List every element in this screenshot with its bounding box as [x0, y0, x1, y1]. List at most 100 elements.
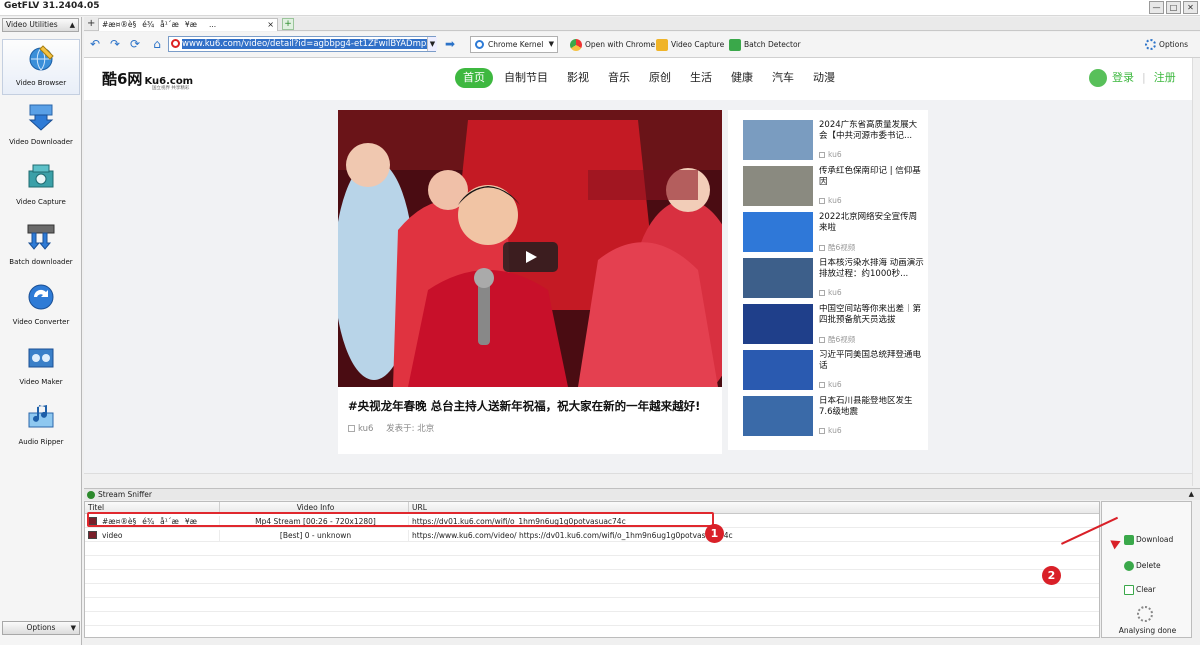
sidebar-options-toggle[interactable]: Options ▼ [2, 621, 80, 635]
list-item[interactable]: 2022北京网络安全宣传周来啦 酷6视频 [743, 212, 925, 258]
forward-icon[interactable]: ↷ [108, 37, 122, 51]
nav-item-home[interactable]: 首页 [455, 68, 493, 88]
nav-item-original-shows[interactable]: 自制节目 [496, 68, 556, 88]
delete-button[interactable]: Delete [1124, 560, 1161, 572]
list-item[interactable]: 日本核污染水排海 动画演示排放过程：约1000秒... ku6 [743, 258, 925, 304]
minimize-button[interactable]: — [1149, 1, 1164, 14]
nav-item-cars[interactable]: 汽车 [764, 68, 802, 88]
divider: | [1142, 71, 1146, 84]
user-area: 登录 | 注册 [1089, 68, 1176, 88]
reco-source-label: 酷6视频 [828, 335, 856, 344]
clear-label: Clear [1136, 585, 1156, 594]
highlight-box [87, 512, 714, 527]
tab-label: #æ¤®è§é¾å¹´æ¥æ... [102, 20, 217, 29]
capture-icon [656, 39, 668, 51]
close-button[interactable]: ✕ [1183, 1, 1198, 14]
avatar[interactable] [1089, 69, 1107, 87]
add-tab-button[interactable]: + [282, 18, 294, 30]
refresh-icon[interactable]: ⟳ [128, 37, 142, 51]
download-button[interactable]: Download [1124, 534, 1173, 546]
url-input[interactable]: www.ku6.com/video/detail?id=agbbpg4-et1Z… [168, 36, 436, 52]
url-dropdown-icon[interactable]: ▼ [427, 37, 437, 51]
video-title[interactable]: #央视龙年春晚 总台主持人送新年祝福，祝大家在新的一年越来越好! [348, 398, 718, 414]
site-logo[interactable]: 酷6网 Ku6.com 国立视界 共享精彩 [102, 68, 193, 91]
reco-title: 传承红色保南印记 | 信仰基因 [819, 166, 921, 187]
sidebar-item-video-maker[interactable]: Video Maker [2, 339, 80, 395]
close-tab-icon[interactable]: × [267, 19, 274, 30]
maximize-button[interactable]: □ [1166, 1, 1181, 14]
download-icon [1124, 535, 1134, 545]
clear-icon [1124, 585, 1134, 595]
horizontal-scrollbar[interactable] [84, 473, 1192, 486]
sidebar-header-label: Video Utilities [6, 20, 58, 29]
clear-button[interactable]: Clear [1124, 584, 1156, 596]
home-icon[interactable]: ⌂ [150, 37, 164, 51]
delete-label: Delete [1136, 561, 1161, 570]
reco-source-label: ku6 [828, 150, 842, 159]
table-row[interactable]: video [Best] 0 - unknown https://www.ku6… [85, 530, 1099, 542]
list-item[interactable]: 2024广东省高质量发展大会【中共河源市委书记... ku6 [743, 120, 925, 166]
login-link[interactable]: 登录 [1112, 71, 1134, 84]
sidebar-item-label: Video Converter [12, 318, 70, 326]
new-tab-button[interactable]: + [87, 18, 95, 29]
video-capture-button[interactable]: Video Capture [656, 37, 724, 53]
sniffer-panel-header: Stream Sniffer ▲ [84, 488, 1200, 500]
chevron-up-icon[interactable]: ▲ [1189, 489, 1194, 500]
thumbnail-image [743, 350, 813, 390]
globe-pencil-icon [29, 45, 54, 71]
download-label: Download [1136, 535, 1174, 544]
batch-detector-button[interactable]: Batch Detector [729, 37, 801, 53]
back-icon[interactable]: ↶ [88, 37, 102, 51]
nav-item-music[interactable]: 音乐 [600, 68, 638, 88]
reco-title: 中国空间站等你来出差｜第四批预备航天员选拔 [819, 304, 922, 325]
reco-source-label: ku6 [828, 426, 842, 435]
video-player[interactable] [338, 110, 722, 387]
list-item[interactable]: 中国空间站等你来出差｜第四批预备航天员选拔 酷6视频 [743, 304, 925, 350]
nav-item-life[interactable]: 生活 [682, 68, 720, 88]
reco-title: 2022北京网络安全宣传周来啦 [819, 212, 918, 233]
play-button[interactable] [503, 242, 558, 272]
source-icon [819, 290, 825, 296]
go-arrow-icon[interactable]: ➡ [445, 37, 455, 51]
sidebar-footer-label: Options [26, 623, 56, 632]
list-item[interactable]: 传承红色保南印记 | 信仰基因 ku6 [743, 166, 925, 212]
list-item[interactable]: 习近平同美国总统拜登通电话 ku6 [743, 350, 925, 396]
chrome-icon [570, 39, 582, 51]
sidebar-item-video-downloader[interactable]: Video Downloader [2, 99, 80, 155]
source-icon [819, 382, 825, 388]
source-icon [819, 198, 825, 204]
options-label: Options [1159, 40, 1188, 49]
list-item[interactable]: 日本石川县能登地区发生7.6级地震 ku6 [743, 396, 925, 442]
sidebar-header[interactable]: Video Utilities ▲ [2, 18, 79, 32]
gear-icon [1145, 39, 1157, 50]
reco-source: 酷6视频 [819, 242, 855, 253]
options-button[interactable]: Options [1145, 37, 1188, 53]
nav-item-movies[interactable]: 影视 [559, 68, 597, 88]
register-link[interactable]: 注册 [1154, 71, 1176, 84]
url-text: www.ku6.com/video/detail?id=agbbpg4-et1Z… [182, 39, 435, 49]
sniffer-title: Stream Sniffer [98, 490, 152, 499]
sidebar-item-video-converter[interactable]: Video Converter [2, 279, 80, 335]
sidebar-item-video-browser[interactable]: Video Browser [2, 39, 80, 95]
sidebar-item-batch-downloader[interactable]: Batch downloader [2, 219, 80, 275]
video-author[interactable]: ku6 [358, 424, 373, 434]
nav-item-anime[interactable]: 动漫 [805, 68, 843, 88]
table-row-empty [85, 544, 1099, 556]
thumbnail-image [743, 304, 813, 344]
kernel-select[interactable]: Chrome Kernel ▼ [470, 36, 558, 53]
film-camera-icon [28, 164, 54, 188]
reco-title: 习近平同美国总统拜登通电话 [819, 350, 922, 371]
nav-item-health[interactable]: 健康 [723, 68, 761, 88]
thumbnail-image [743, 166, 813, 206]
nav-item-original[interactable]: 原创 [641, 68, 679, 88]
thumbnail-image [743, 212, 813, 252]
open-with-chrome-button[interactable]: Open with Chrome [570, 37, 655, 53]
tab-active[interactable]: #æ¤®è§é¾å¹´æ¥æ... × [98, 18, 278, 31]
thumbnail-image [743, 120, 813, 160]
sidebar-item-video-capture[interactable]: Video Capture [2, 159, 80, 215]
sidebar-item-audio-ripper[interactable]: Audio Ripper [2, 399, 80, 455]
vertical-scrollbar[interactable] [1192, 58, 1200, 486]
reco-source: ku6 [819, 380, 842, 389]
tab-strip: + #æ¤®è§é¾å¹´æ¥æ... × + [84, 17, 1200, 31]
thumbnail-image [743, 396, 813, 436]
